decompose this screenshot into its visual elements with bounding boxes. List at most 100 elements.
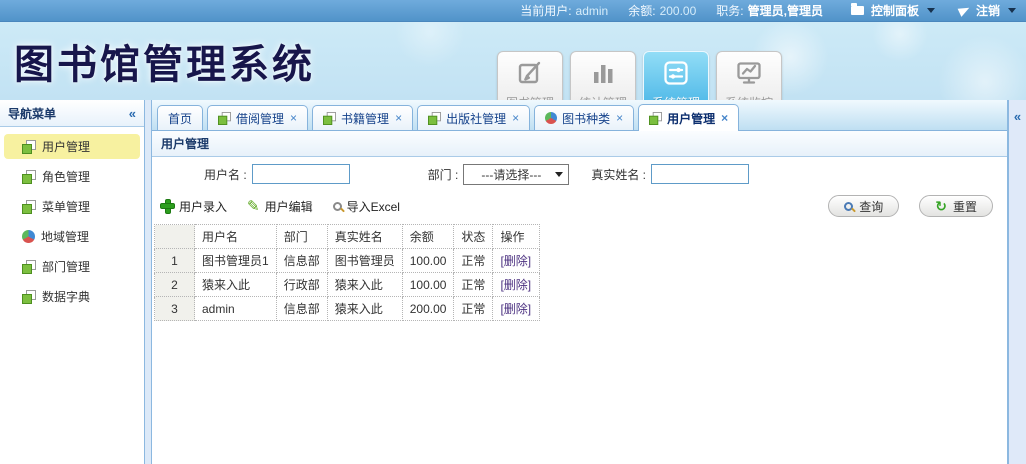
add-user-button[interactable]: 用户录入	[161, 198, 227, 215]
sidebar-item-department-management[interactable]: 部门管理	[4, 254, 140, 279]
sidebar-title: 导航菜单	[8, 106, 57, 121]
sidebar-menu: 用户管理 角色管理 菜单管理 地域管理 部门管理 数据字典	[0, 134, 144, 309]
query-button[interactable]: 查询	[828, 195, 900, 217]
tab-label: 借阅管理	[236, 111, 285, 126]
right-collapse-icon[interactable]: «	[1014, 109, 1021, 124]
layers-icon	[323, 111, 337, 125]
topbar-role: 职务: 管理员,管理员	[716, 2, 823, 19]
pie-icon	[545, 112, 558, 124]
topbar-balance: 余额: 200.00	[628, 2, 696, 19]
username-input[interactable]	[251, 164, 350, 184]
bar-chart-icon	[589, 52, 617, 94]
user-table: 用户名 部门 真实姓名 余额 状态 操作 1 图书管理员1 信息部 图书管理员 …	[154, 224, 541, 321]
import-excel-button[interactable]: 导入Excel	[332, 198, 400, 215]
delete-link[interactable]: [删除]	[500, 254, 531, 268]
sidebar-item-data-dictionary[interactable]: 数据字典	[4, 284, 140, 309]
layers-icon	[22, 139, 36, 154]
panel-header: 用户管理	[152, 131, 1007, 157]
current-user-label: 当前用户:	[520, 4, 572, 18]
cell-status: 正常	[453, 296, 494, 321]
realname-input[interactable]	[651, 164, 750, 184]
folder-icon	[850, 3, 864, 15]
tab-book-category[interactable]: 图书种类 ×	[534, 105, 635, 130]
query-label: 查询	[859, 199, 884, 214]
tab-label: 图书种类	[562, 111, 611, 126]
delete-link[interactable]: [删除]	[500, 278, 531, 292]
layers-icon	[428, 111, 442, 125]
sidebar-item-menu-management[interactable]: 菜单管理	[4, 194, 140, 219]
cell-department: 信息部	[275, 296, 328, 321]
table-row[interactable]: 3 admin 信息部 猿来入此 200.00 正常 [删除]	[154, 296, 541, 321]
logout-label: 注销	[975, 4, 1000, 18]
tab-label: 书籍管理	[341, 111, 390, 126]
sidebar-item-label: 角色管理	[42, 170, 91, 184]
tab-close-icon[interactable]: ×	[512, 111, 519, 125]
sliders-icon	[662, 52, 690, 94]
tab-label: 出版社管理	[446, 111, 507, 126]
table-row[interactable]: 2 猿来入此 行政部 猿来入此 100.00 正常 [删除]	[154, 272, 541, 297]
refresh-icon: ↻	[935, 198, 947, 214]
app-header: 图书馆管理系统 图书管理 统计管理	[0, 22, 1026, 117]
sidebar-collapse-icon[interactable]: «	[129, 106, 136, 121]
cell-department: 信息部	[275, 248, 328, 273]
cell-realname: 猿来入此	[326, 272, 403, 297]
topbar: 当前用户: admin 余额: 200.00 职务: 管理员,管理员 控制面板 …	[0, 0, 1026, 22]
panel-title: 用户管理	[161, 137, 210, 151]
tab-label: 首页	[168, 111, 193, 126]
username-label: 用户名 :	[204, 167, 247, 182]
sidebar-item-label: 菜单管理	[42, 200, 91, 214]
cell-realname: 猿来入此	[326, 296, 403, 321]
layers-icon	[22, 199, 36, 214]
tab-book-management[interactable]: 书籍管理 ×	[312, 105, 414, 130]
sidebar-item-role-management[interactable]: 角色管理	[4, 164, 140, 189]
cell-realname: 图书管理员	[326, 248, 403, 273]
delete-link[interactable]: [删除]	[500, 302, 531, 316]
tab-label: 用户管理	[667, 111, 716, 126]
add-user-label: 用户录入	[179, 199, 228, 214]
toolbar: 用户录入 ✎ 用户编辑 导入Excel 查询 ↻ 重置	[152, 191, 1007, 221]
cell-username: 图书管理员1	[194, 248, 277, 273]
column-header-balance: 余额	[401, 224, 455, 249]
sidebar-header: 导航菜单 «	[0, 100, 144, 127]
row-number: 3	[154, 296, 195, 321]
current-user-value: admin	[575, 3, 609, 18]
control-panel-button[interactable]: 控制面板	[850, 2, 935, 19]
department-select[interactable]: ---请选择---	[463, 163, 570, 185]
magnifier-icon	[844, 201, 854, 211]
sidebar-item-label: 数据字典	[42, 290, 91, 304]
cell-balance: 100.00	[401, 248, 455, 273]
edit-user-button[interactable]: ✎ 用户编辑	[247, 198, 313, 215]
right-panel-strip: «	[1008, 100, 1026, 464]
main-content: 首页 借阅管理 × 书籍管理 × 出版社管理 × 图书种类 × 用户管理 × 用…	[151, 100, 1008, 464]
sidebar-item-region-management[interactable]: 地域管理	[4, 224, 140, 249]
edit-user-label: 用户编辑	[264, 199, 313, 214]
role-value: 管理员,管理员	[747, 4, 823, 18]
tab-close-icon[interactable]: ×	[721, 111, 728, 125]
balance-label: 余额:	[628, 4, 656, 18]
reset-button[interactable]: ↻ 重置	[919, 195, 993, 217]
tab-close-icon[interactable]: ×	[290, 111, 297, 125]
column-header-rownum	[154, 224, 195, 249]
magnifier-icon	[332, 201, 342, 211]
cell-username: 猿来入此	[194, 272, 277, 297]
column-header-status: 状态	[453, 224, 494, 249]
column-header-realname: 真实姓名	[326, 224, 403, 249]
send-icon	[957, 4, 972, 17]
table-row[interactable]: 1 图书管理员1 信息部 图书管理员 100.00 正常 [删除]	[154, 248, 541, 273]
logout-button[interactable]: 注销	[957, 2, 1016, 19]
row-number: 2	[154, 272, 195, 297]
tab-borrow-management[interactable]: 借阅管理 ×	[207, 105, 309, 130]
tab-publisher-management[interactable]: 出版社管理 ×	[417, 105, 531, 130]
sidebar-item-user-management[interactable]: 用户管理	[4, 134, 140, 159]
layers-icon	[22, 289, 36, 304]
sidebar-item-label: 用户管理	[42, 140, 91, 154]
tab-user-management[interactable]: 用户管理 ×	[638, 104, 740, 131]
monitor-icon	[735, 52, 763, 94]
tab-close-icon[interactable]: ×	[616, 111, 623, 125]
tab-home[interactable]: 首页	[157, 105, 204, 130]
realname-label: 真实姓名 :	[591, 167, 647, 182]
layers-icon	[218, 111, 232, 125]
column-header-operation: 操作	[492, 224, 541, 249]
sidebar-item-label: 地域管理	[41, 230, 90, 244]
tab-close-icon[interactable]: ×	[395, 111, 402, 125]
